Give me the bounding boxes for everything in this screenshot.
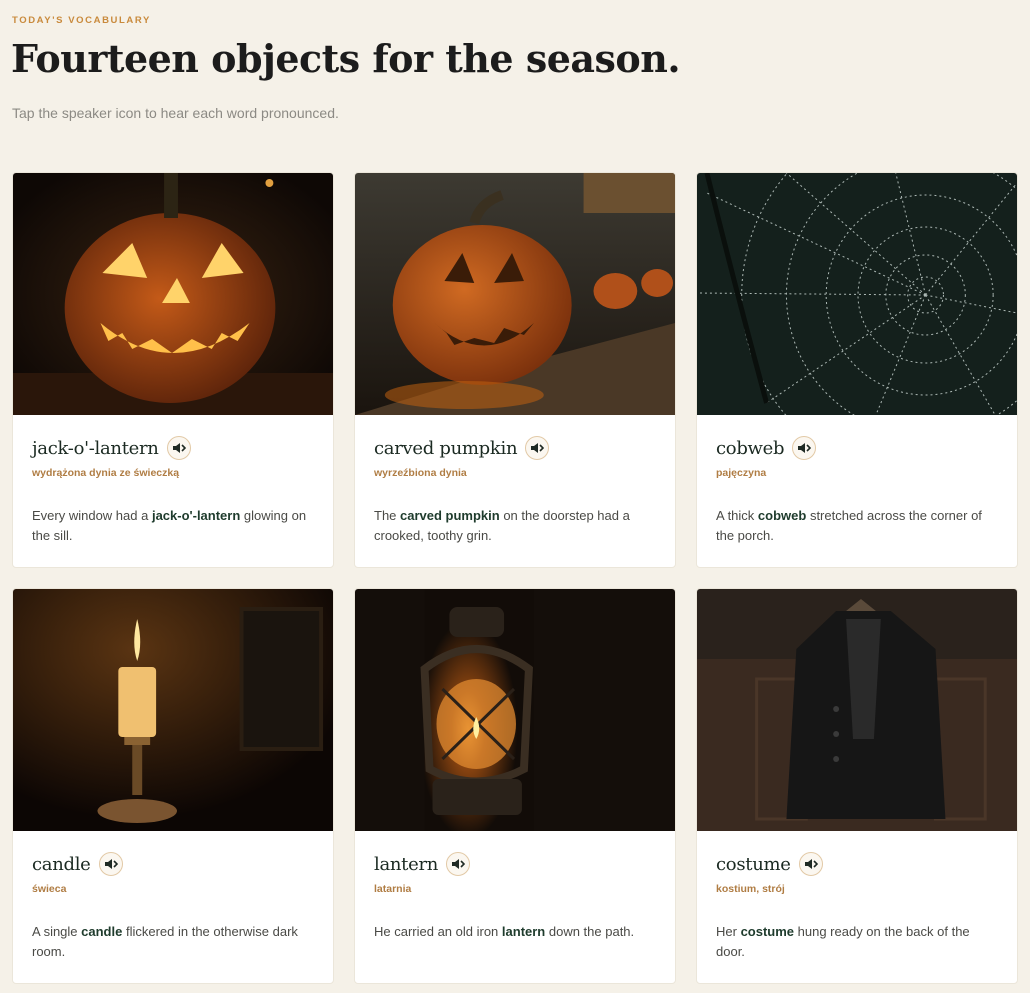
highlighted-word: cobweb bbox=[757, 508, 807, 523]
jack-o-lantern-photo bbox=[13, 173, 333, 415]
vocab-word: candle bbox=[32, 853, 91, 875]
vocab-card: costume kostium, strój Her costume hung … bbox=[696, 588, 1018, 984]
example-sentence: He carried an old iron lantern down the … bbox=[374, 924, 635, 939]
example-sentence: A single candle flickered in the otherwi… bbox=[32, 924, 298, 959]
speaker-icon bbox=[804, 859, 818, 869]
vocab-word: jack-o'-lantern bbox=[32, 437, 159, 459]
costume-photo bbox=[697, 589, 1017, 831]
highlighted-word: candle bbox=[81, 924, 123, 939]
highlighted-word: lantern bbox=[501, 924, 546, 939]
speaker-button[interactable] bbox=[792, 436, 817, 460]
vocab-word: carved pumpkin bbox=[374, 437, 518, 459]
carved-pumpkin-photo bbox=[355, 173, 675, 415]
vocab-word: cobweb bbox=[716, 437, 785, 459]
highlighted-word: jack-o'-lantern bbox=[151, 508, 241, 523]
candle-photo bbox=[13, 589, 333, 831]
vocab-word: costume bbox=[716, 853, 791, 875]
vocab-card: lantern latarnia He carried an old iron … bbox=[354, 588, 676, 984]
speaker-button[interactable] bbox=[98, 852, 123, 876]
cobweb-photo bbox=[697, 173, 1017, 415]
highlighted-word: costume bbox=[740, 924, 795, 939]
translation: latarnia bbox=[374, 883, 412, 895]
translation: świeca bbox=[32, 883, 67, 895]
translation: kostium, strój bbox=[716, 883, 785, 895]
speaker-icon bbox=[798, 443, 812, 453]
translation: wyrzeźbiona dynia bbox=[374, 467, 467, 479]
speaker-button[interactable] bbox=[798, 852, 823, 876]
example-sentence: The carved pumpkin on the doorstep had a… bbox=[374, 508, 630, 543]
translation: wydrążona dynia ze świeczką bbox=[32, 467, 180, 479]
page-title: Fourteen objects for the season. bbox=[11, 36, 681, 81]
speaker-button[interactable] bbox=[525, 436, 550, 460]
lantern-photo bbox=[355, 589, 675, 831]
vocabulary-grid: jack-o'-lantern wydrążona dynia ze świec… bbox=[12, 172, 1018, 984]
example-sentence: Her costume hung ready on the back of th… bbox=[716, 924, 970, 959]
example-sentence: A thick cobweb stretched across the corn… bbox=[716, 508, 982, 543]
translation: pajęczyna bbox=[716, 467, 767, 479]
vocab-card: carved pumpkin wyrzeźbiona dynia The car… bbox=[354, 172, 676, 568]
speaker-button[interactable] bbox=[446, 852, 471, 876]
speaker-icon bbox=[452, 859, 466, 869]
vocab-card: jack-o'-lantern wydrążona dynia ze świec… bbox=[12, 172, 334, 568]
example-sentence: Every window had a jack-o'-lantern glowi… bbox=[32, 508, 307, 543]
highlighted-word: carved pumpkin bbox=[400, 508, 500, 523]
eyebrow-label: TODAY'S VOCABULARY bbox=[12, 15, 151, 26]
vocab-card: cobweb pajęczyna A thick cobweb stretche… bbox=[696, 172, 1018, 568]
speaker-icon bbox=[531, 443, 545, 453]
speaker-icon bbox=[172, 443, 186, 453]
speaker-icon bbox=[104, 859, 118, 869]
page-subtitle: Tap the speaker icon to hear each word p… bbox=[12, 105, 339, 121]
vocab-card: candle świeca A single candle flickered … bbox=[12, 588, 334, 984]
vocab-word: lantern bbox=[374, 853, 439, 875]
speaker-button[interactable] bbox=[166, 436, 191, 460]
